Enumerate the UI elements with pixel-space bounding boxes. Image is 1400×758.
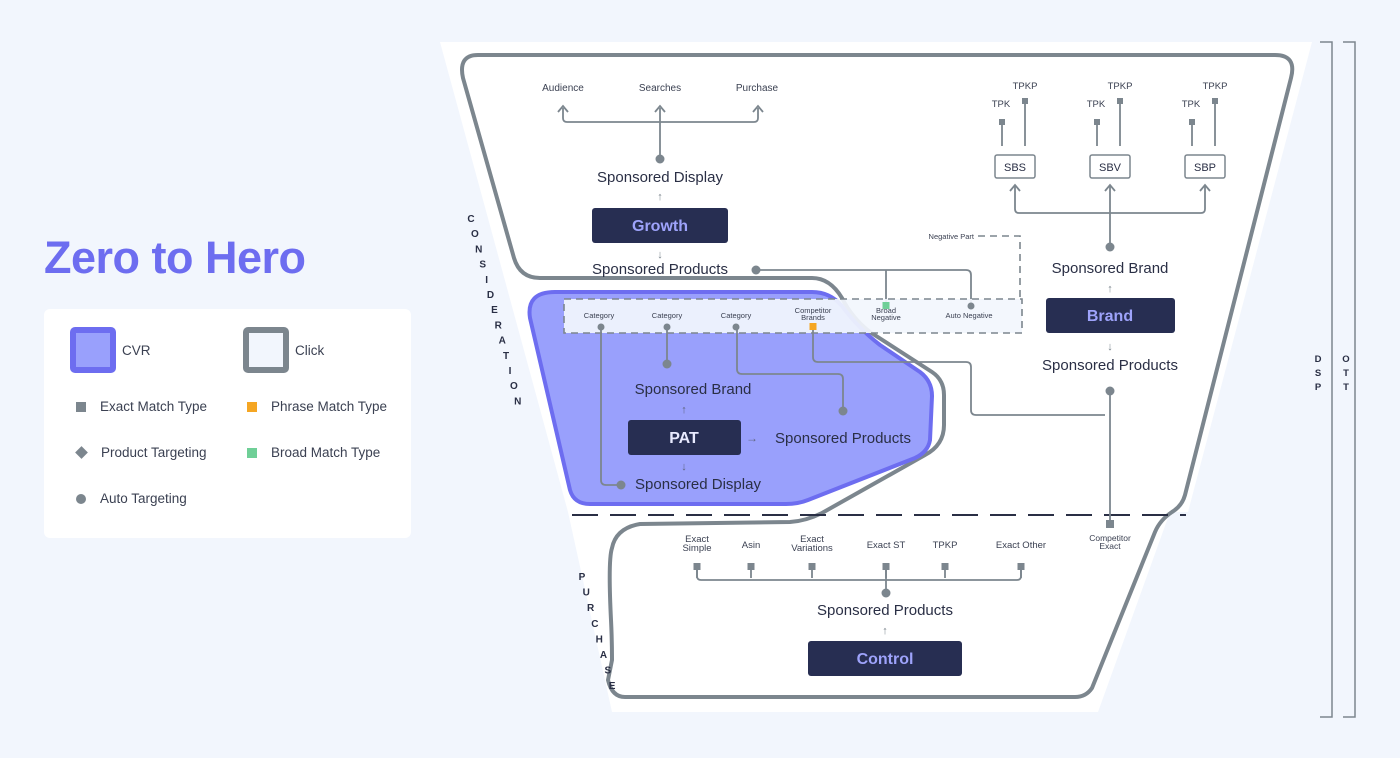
pat-right-label: Sponsored Products — [775, 430, 911, 447]
ott-bracket — [1343, 41, 1356, 718]
auto-targeting-dot — [751, 265, 761, 275]
ott-label: OTT — [1342, 354, 1349, 393]
stage-letter: O — [510, 381, 518, 392]
stage-letter: S — [1315, 368, 1321, 379]
tpkp-label: TPKP — [1108, 81, 1133, 92]
control-target-label: Exact Other — [996, 540, 1046, 551]
brand-format-label: SBP — [1194, 162, 1216, 174]
auto-targeting-dot — [1105, 386, 1115, 396]
arrow-up-icon: ↑ — [882, 625, 888, 637]
growth-target: Purchase — [736, 83, 779, 94]
exact-match-marker — [1212, 98, 1218, 104]
stage-letter: E — [491, 305, 498, 316]
brand-format-label: SBS — [1004, 162, 1026, 174]
tpk-label: TPK — [1182, 99, 1201, 110]
control-target-label: Asin — [742, 540, 760, 551]
dsp-label: DSP — [1315, 354, 1322, 393]
stage-letter: D — [487, 290, 494, 301]
stage-letter: T — [503, 351, 509, 362]
control-label: Control — [857, 651, 914, 668]
auto-targeting-dot — [838, 406, 848, 416]
stage-letter: R — [587, 603, 595, 614]
stage-letter: S — [604, 666, 611, 677]
negative-part-label: Negative Part — [929, 232, 975, 241]
stage-letter: N — [475, 244, 482, 255]
control-target-label: Exact Simple — [682, 534, 711, 554]
stage-letter: E — [609, 681, 616, 692]
negative-item-label: Category — [584, 311, 615, 320]
stage-letter: H — [596, 634, 603, 645]
tpk-label: TPK — [1087, 99, 1106, 110]
stage-letter: T — [1343, 382, 1349, 393]
exact-match-marker — [1117, 98, 1123, 104]
negative-item-label: Category — [652, 311, 683, 320]
stage-letter: O — [1342, 354, 1349, 365]
pat-label: PAT — [669, 430, 699, 447]
brand-bottom-label: Sponsored Products — [1042, 357, 1178, 374]
auto-targeting-dot — [662, 359, 672, 369]
control-target-label: Exact ST — [867, 540, 906, 551]
growth-target: Audience — [542, 83, 584, 94]
stage-letter: N — [514, 396, 521, 407]
growth-target: Searches — [639, 83, 681, 94]
stage-letter: O — [471, 229, 479, 240]
arrow-up-icon: ↑ — [1107, 283, 1113, 295]
stage-letter: C — [467, 214, 474, 225]
arrow-up-icon: ↑ — [657, 191, 663, 203]
exact-match-marker — [1189, 119, 1195, 125]
pat-bottom-label: Sponsored Display — [635, 476, 761, 493]
stage-letter: R — [495, 320, 503, 331]
stage-letter: C — [591, 619, 598, 630]
negative-item-label: Auto Negative — [945, 311, 992, 320]
stage-letter: P — [1315, 382, 1322, 393]
tpkp-label: TPKP — [1203, 81, 1228, 92]
brand-format-label: SBV — [1099, 162, 1122, 174]
arrow-up-icon: ↑ — [681, 404, 687, 416]
brand-label: Brand — [1087, 308, 1133, 325]
auto-targeting-dot — [967, 302, 975, 310]
control-top-label: Sponsored Products — [817, 602, 953, 619]
stage-letter: P — [579, 572, 586, 583]
stage-letter: D — [1315, 354, 1322, 365]
pat-top-label: Sponsored Brand — [635, 381, 752, 398]
broad-match-marker — [882, 302, 890, 309]
funnel-diagram: CONSIDERATION PURCHASE DSP OTT Audience … — [440, 41, 1356, 718]
brand-top-label: Sponsored Brand — [1052, 260, 1169, 277]
exact-match-marker — [1022, 98, 1028, 104]
exact-match-marker — [1094, 119, 1100, 125]
stage-letter: T — [1343, 368, 1349, 379]
control-target-label: TPKP — [933, 540, 958, 551]
auto-targeting-dot — [732, 323, 740, 331]
stage-letter: A — [600, 650, 607, 661]
arrow-down-icon: ↓ — [1107, 341, 1113, 353]
auto-targeting-dot — [881, 588, 891, 598]
stage-letter: U — [583, 588, 590, 599]
tpkp-label: TPKP — [1013, 81, 1038, 92]
growth-label: Growth — [632, 218, 688, 235]
arrow-right-icon: → — [746, 431, 758, 445]
phrase-match-marker — [809, 323, 817, 330]
stage-letter: I — [509, 366, 512, 377]
arrow-down-icon: ↓ — [657, 249, 663, 261]
exact-match-marker — [999, 119, 1005, 125]
negative-item-label: Category — [721, 311, 752, 320]
auto-targeting-dot — [1105, 242, 1115, 252]
stage-letter: A — [499, 336, 506, 347]
dsp-bracket — [1320, 41, 1333, 718]
stage-letter: I — [485, 275, 488, 286]
growth-top-label: Sponsored Display — [597, 169, 723, 186]
stage-letter: S — [479, 260, 486, 271]
exact-match-marker — [1106, 520, 1114, 528]
auto-targeting-dot — [655, 154, 665, 164]
arrow-down-icon: ↓ — [681, 461, 687, 473]
auto-targeting-dot — [616, 480, 626, 490]
growth-bottom-label: Sponsored Products — [592, 261, 728, 278]
tpk-label: TPK — [992, 99, 1011, 110]
